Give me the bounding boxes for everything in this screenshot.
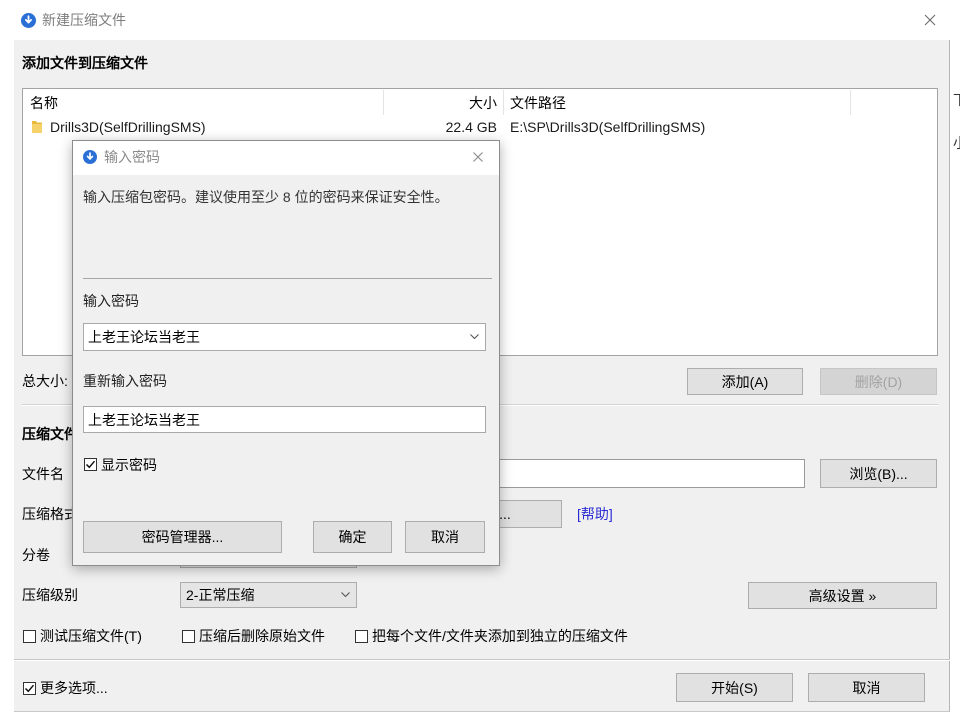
screen: 下 小 新建压缩文件 添加文件到压缩文件 名称 大小 文件路径 Drills3D… [0,0,960,724]
chevron-down-icon[interactable] [470,334,479,339]
add-files-heading: 添加文件到压缩文件 [22,55,148,71]
app-logo-icon [83,150,97,164]
help-link[interactable]: [帮助] [577,505,613,523]
password-combobox[interactable]: 上老王论坛当老王 [83,323,486,351]
browse-button[interactable]: 浏览(B)... [820,459,937,488]
chevron-down-icon [341,592,350,597]
test-archive-checkbox[interactable] [23,630,36,643]
column-header-path[interactable]: 文件路径 [510,94,566,112]
file-row-size: 22.4 GB [445,119,497,135]
format-label: 压缩格式 [22,506,78,522]
column-divider[interactable] [383,90,384,115]
show-password-checkbox[interactable] [84,458,97,471]
password-dialog-divider [83,278,492,279]
column-header-size[interactable]: 大小 [383,94,497,112]
password-cancel-button[interactable]: 取消 [405,521,485,553]
password-label: 输入密码 [83,293,139,309]
main-title-bar[interactable] [14,0,950,40]
confirm-password-label: 重新输入密码 [83,373,167,389]
test-archive-label[interactable]: 测试压缩文件(T) [40,627,142,645]
advanced-settings-button[interactable]: 高级设置 » [748,582,937,609]
separate-archives-checkbox[interactable] [355,630,368,643]
column-divider[interactable] [503,90,504,115]
close-icon[interactable] [472,151,484,163]
archive-heading: 压缩文件 [22,426,78,442]
background-window-glyph: 下 [953,91,960,109]
password-dialog-title: 输入密码 [104,149,160,165]
background-window-glyph: 小 [953,134,960,152]
start-button[interactable]: 开始(S) [676,673,793,702]
filename-label: 文件名 [22,466,64,482]
more-options-label[interactable]: 更多选项... [40,679,108,697]
volume-label: 分卷 [22,547,50,563]
column-header-name[interactable]: 名称 [30,94,58,112]
password-value: 上老王论坛当老王 [88,329,200,345]
delete-button[interactable]: 删除(D) [820,368,937,395]
confirm-password-value: 上老王论坛当老王 [88,411,200,428]
add-button[interactable]: 添加(A) [687,368,803,395]
separate-archives-label[interactable]: 把每个文件/文件夹添加到独立的压缩文件 [372,627,628,645]
cancel-button[interactable]: 取消 [808,673,925,702]
folder-icon [32,120,42,134]
show-password-label[interactable]: 显示密码 [101,456,157,474]
column-divider[interactable] [850,90,851,115]
file-row-name[interactable]: Drills3D(SelfDrillingSMS) [50,118,206,136]
compression-level-dropdown[interactable]: 2-正常压缩 [180,582,357,608]
password-manager-button[interactable]: 密码管理器... [83,521,282,553]
more-options-checkbox[interactable] [23,682,36,695]
ok-button[interactable]: 确定 [313,521,392,553]
delete-after-compress-checkbox[interactable] [182,630,195,643]
footer-divider [14,659,950,661]
total-size-label: 总大小: [22,373,68,389]
app-logo-icon [21,13,36,28]
compression-level-label: 压缩级别 [22,587,78,603]
window-title: 新建压缩文件 [42,12,126,28]
file-row-path: E:\SP\Drills3D(SelfDrillingSMS) [510,119,706,135]
compression-level-value: 2-正常压缩 [186,587,255,603]
confirm-password-input[interactable]: 上老王论坛当老王 [83,406,486,433]
password-description: 输入压缩包密码。建议使用至少 8 位的密码来保证安全性。 [83,189,449,205]
check-icon [85,460,96,469]
close-icon[interactable] [924,14,936,26]
delete-after-compress-label[interactable]: 压缩后删除原始文件 [199,627,325,645]
password-dialog: 输入密码 输入压缩包密码。建议使用至少 8 位的密码来保证安全性。 输入密码 上… [72,140,500,566]
check-icon [24,684,35,693]
